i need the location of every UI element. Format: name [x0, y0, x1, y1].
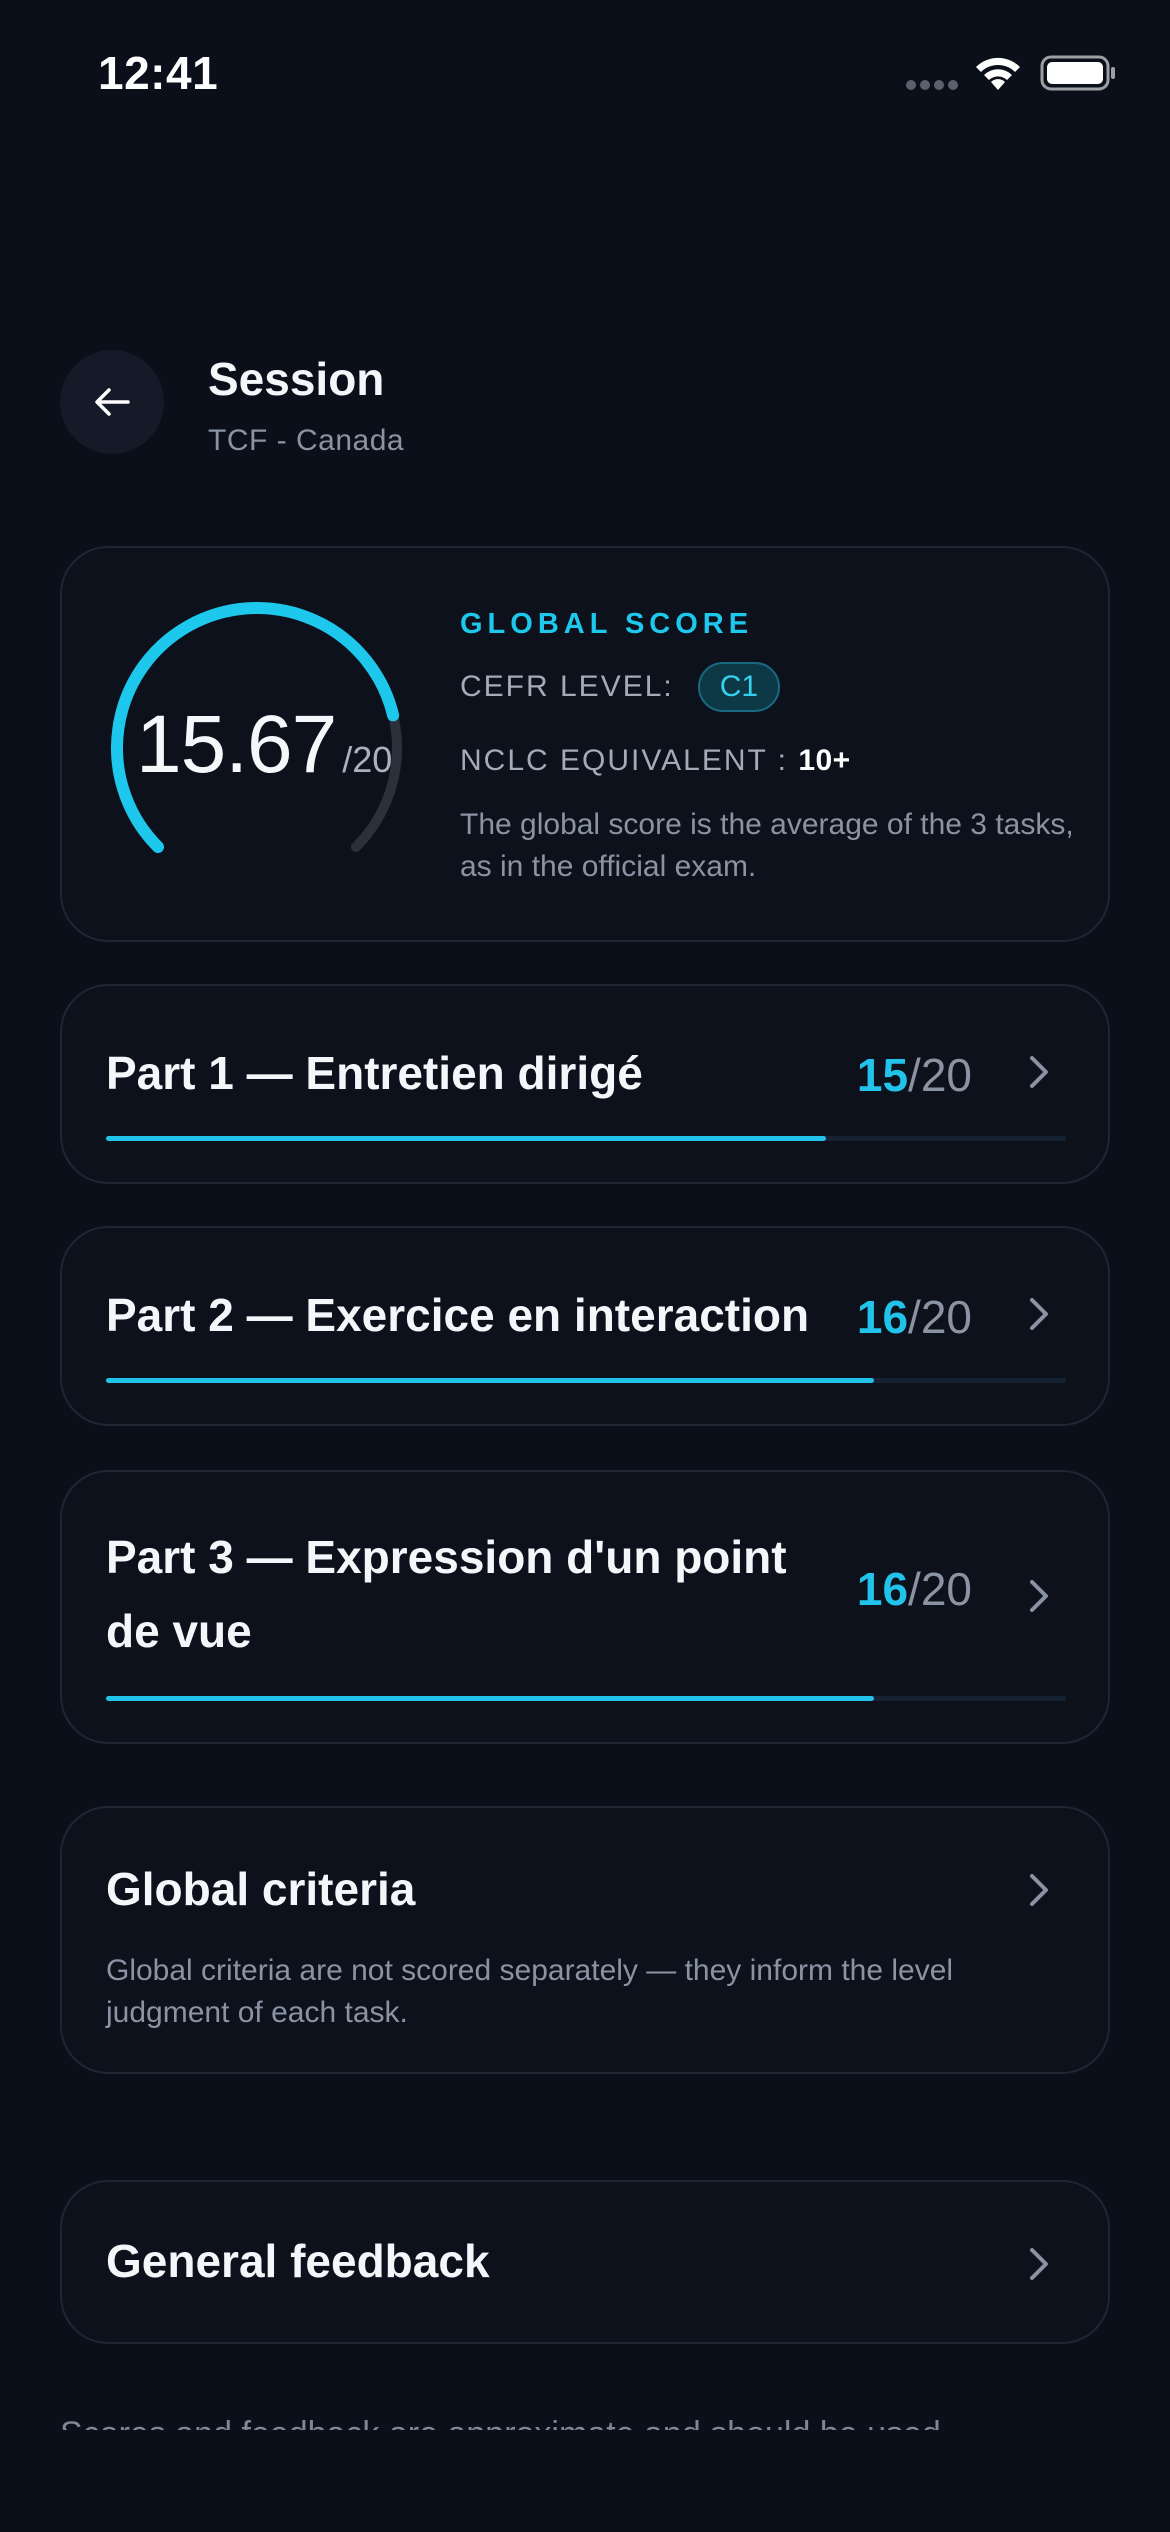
part-score: 16/20: [857, 1562, 972, 1616]
part-card-3[interactable]: Part 3 — Expression d'un point de vue 16…: [60, 1470, 1110, 1744]
battery-icon: [1040, 55, 1115, 91]
part-score: 16/20: [857, 1290, 972, 1344]
global-score-value: 15.67/20: [136, 698, 392, 792]
general-feedback-card[interactable]: General feedback: [60, 2180, 1110, 2344]
global-score-number: 15.67: [136, 699, 337, 790]
global-score-max: /20: [342, 739, 393, 780]
cellular-signal-icon: [906, 80, 958, 92]
part-progress-fill: [106, 1696, 874, 1701]
part-progress-track: [106, 1696, 1066, 1701]
part-score-max: /20: [908, 1049, 972, 1101]
global-score-card: 15.67/20 GLOBAL SCORE CEFR LEVEL: C1 NCL…: [60, 546, 1110, 942]
back-button[interactable]: [60, 350, 164, 454]
part-card-2[interactable]: Part 2 — Exercice en interaction 16/20: [60, 1226, 1110, 1426]
part-progress-track: [106, 1378, 1066, 1383]
cefr-badge: C1: [697, 662, 781, 712]
part-score-value: 15: [856, 1049, 909, 1101]
part-score-value: 16: [856, 1291, 909, 1343]
nclc-row: NCLC EQUIVALENT : 10+: [460, 744, 851, 778]
part-title: Part 3 — Expression d'un point de vue: [106, 1531, 787, 1657]
chevron-right-icon: [1030, 1874, 1048, 1906]
criteria-description: Global criteria are not scored separatel…: [106, 1954, 954, 2029]
part-score-max: /20: [908, 1291, 972, 1343]
part-score-max: /20: [908, 1563, 972, 1615]
chevron-right-icon: [1030, 2248, 1048, 2280]
global-score-label: GLOBAL SCORE: [460, 608, 754, 640]
chevron-right-icon: [1030, 1056, 1048, 1088]
feedback-title: General feedback: [106, 2235, 490, 2287]
criteria-title: Global criteria: [106, 1863, 416, 1915]
part-score: 15/20: [857, 1048, 972, 1102]
wifi-icon: [976, 57, 1020, 90]
part-card-1[interactable]: Part 1 — Entretien dirigé 15/20: [60, 984, 1110, 1184]
part-title: Part 2 — Exercice en interaction: [106, 1289, 810, 1341]
disclaimer-text: Scores and feedback are approximate and …: [60, 2404, 1110, 2430]
nclc-label: NCLC EQUIVALENT :: [460, 744, 788, 777]
page-subtitle: TCF - Canada: [208, 424, 405, 457]
disclaimer-container: Scores and feedback are approximate and …: [60, 2400, 1110, 2430]
chevron-right-icon: [1030, 1580, 1048, 1612]
status-time: 12:41: [98, 47, 219, 99]
nclc-value: 10+: [798, 744, 851, 777]
arrow-left-icon: [95, 388, 130, 416]
part-progress-fill: [106, 1136, 826, 1141]
status-bar: 12:41: [0, 0, 1170, 150]
part-progress-track: [106, 1136, 1066, 1141]
chevron-right-icon: [1030, 1298, 1048, 1330]
global-criteria-card[interactable]: Global criteria Global criteria are not …: [60, 1806, 1110, 2074]
global-score-description: The global score is the average of the 3…: [460, 808, 1074, 883]
cefr-row: CEFR LEVEL: C1: [460, 662, 781, 712]
page-title: Session: [208, 353, 385, 405]
part-title: Part 1 — Entretien dirigé: [106, 1047, 643, 1099]
part-score-value: 16: [856, 1563, 909, 1615]
cefr-label: CEFR LEVEL:: [460, 670, 674, 703]
part-progress-fill: [106, 1378, 874, 1383]
